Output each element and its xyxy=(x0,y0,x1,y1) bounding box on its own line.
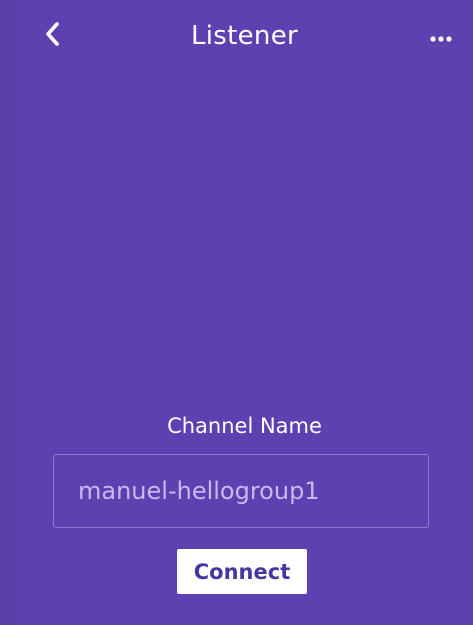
screen-left-edge xyxy=(0,0,16,625)
connect-button[interactable]: Connect xyxy=(177,549,307,594)
more-horizontal-icon xyxy=(430,27,452,46)
more-options-button[interactable] xyxy=(421,22,461,50)
listener-screen: Listener Channel Name Connect xyxy=(16,0,473,625)
channel-name-input[interactable] xyxy=(53,454,429,528)
channel-name-label: Channel Name xyxy=(167,414,322,438)
app-header: Listener xyxy=(16,0,473,72)
page-title: Listener xyxy=(190,21,298,51)
